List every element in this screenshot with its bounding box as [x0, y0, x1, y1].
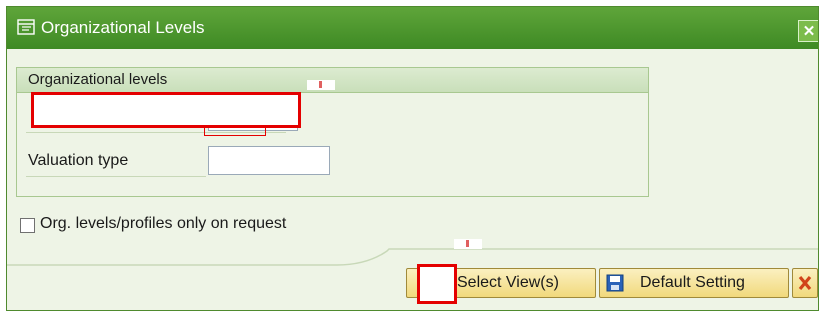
save-icon: [606, 274, 624, 292]
organizational-levels-dialog: Organizational Levels ✕ Organizational l…: [6, 6, 819, 311]
highlight-box-field: [31, 92, 301, 128]
dialog-window-icon: [17, 19, 35, 35]
default-setting-button[interactable]: Default Setting: [599, 268, 789, 298]
org-levels-on-request-checkbox[interactable]: [20, 218, 35, 233]
highlight-underline: [204, 128, 266, 136]
close-icon[interactable]: ✕: [798, 20, 818, 42]
cancel-button[interactable]: [792, 268, 818, 298]
dialog-title: Organizational Levels: [41, 18, 205, 37]
cancel-icon: [798, 275, 812, 291]
field-label-valuation-type: Valuation type: [28, 152, 129, 169]
row-divider: [26, 176, 206, 177]
annotation-marker: [307, 80, 335, 90]
highlight-box-button: [417, 264, 457, 304]
title-bar[interactable]: Organizational Levels ✕: [7, 7, 818, 49]
valuation-type-input[interactable]: [208, 146, 330, 175]
group-header-label: Organizational levels: [28, 71, 168, 88]
annotation-marker: [454, 239, 482, 249]
footer-divider: [7, 248, 818, 266]
org-levels-on-request-label: Org. levels/profiles only on request: [40, 215, 287, 232]
